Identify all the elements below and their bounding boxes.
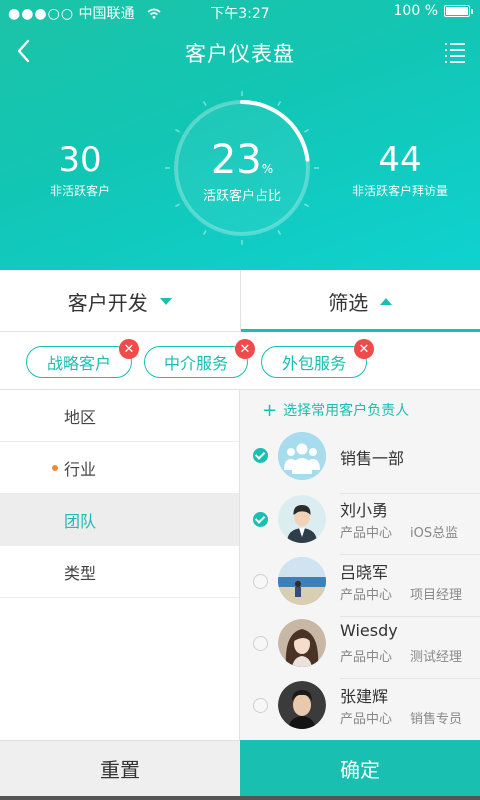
category-label: 类型 (64, 563, 97, 583)
owner-list: + 选择常用客户负责人 销售一部 刘小勇 产品中心 iOS总监 吕晓军 产品中心… (240, 390, 480, 740)
inactive-clients-label: 非活跃客户 (49, 184, 110, 198)
list-item[interactable]: 销售一部 (240, 431, 480, 494)
filter-tabs: 客户开发 筛选 (0, 270, 480, 332)
chip-label: 外包服务 (281, 354, 346, 373)
chip-outsourcing-service[interactable]: 外包服务 ✕ (261, 339, 374, 378)
gauge-tick (202, 229, 207, 236)
gauge-tick (174, 128, 181, 133)
add-owner-link[interactable]: + 选择常用客户负责人 (240, 390, 480, 430)
category-industry[interactable]: 行业 (0, 442, 239, 494)
chip-label: 中介服务 (163, 354, 228, 373)
person-role: 项目经理 (410, 588, 463, 603)
person-role: iOS总监 (410, 526, 459, 541)
active-ratio-value: 23 (210, 137, 262, 183)
list-item[interactable]: 刘小勇 产品中心 iOS总监 (240, 493, 480, 555)
list-item[interactable]: Wiesdy 产品中心 测试经理 (240, 617, 480, 679)
category-type[interactable]: 类型 (0, 546, 239, 598)
remove-icon[interactable]: ✕ (354, 339, 374, 359)
add-owner-label: 选择常用客户负责人 (283, 403, 410, 419)
active-ratio-unit: % (261, 162, 274, 176)
avatar (278, 495, 326, 543)
selected-filter-chips: 战略客户 ✕ 中介服务 ✕ 外包服务 ✕ (0, 332, 480, 390)
person-name: 吕晓军 (340, 563, 389, 582)
inactive-visits-value: 44 (378, 140, 422, 180)
tab-filter[interactable]: 筛选 (239, 270, 480, 332)
active-ratio-label: 活跃客户占比 (202, 189, 281, 204)
marker-dot (52, 464, 58, 471)
list-item[interactable]: 张建辉 产品中心 销售专员 (240, 679, 480, 741)
caret-down-icon (159, 297, 172, 305)
dashboard-header: ●●●○○ 中国联通 下午3:27 100 % 客户仪表盘 30 非活跃客户 2… (0, 0, 480, 270)
chip-label: 战略客户 (46, 354, 111, 373)
category-team[interactable]: 团队 (0, 494, 239, 546)
inactive-clients-value: 30 (58, 140, 102, 180)
status-bar: ●●●○○ 中国联通 下午3:27 100 % (0, 0, 480, 22)
unchecked-icon[interactable] (253, 698, 268, 713)
person-name: 张建辉 (340, 687, 389, 706)
category-label: 团队 (64, 511, 97, 531)
filter-category-list: 地区 行业 团队 类型 (0, 390, 240, 740)
person-role: 测试经理 (410, 650, 463, 665)
list-menu-icon[interactable] (440, 38, 470, 66)
list-item[interactable]: 吕晓军 产品中心 项目经理 (240, 555, 480, 617)
tab-filter-label: 筛选 (328, 290, 369, 315)
inactive-clients-stat: 30 非活跃客户 (30, 140, 130, 199)
battery-level: 100 % (393, 3, 438, 19)
gauge-tick (303, 203, 310, 208)
avatar (278, 619, 326, 667)
avatar (278, 557, 326, 605)
person-name: 销售一部 (340, 449, 405, 468)
checked-icon[interactable] (253, 512, 268, 527)
person-name: Wiesdy (340, 621, 398, 640)
person-dept: 产品中心 (340, 712, 393, 727)
inactive-visits-label: 非活跃客户拜访量 (351, 184, 448, 198)
unchecked-icon[interactable] (253, 636, 268, 651)
page-title: 客户仪表盘 (185, 42, 295, 66)
avatar (278, 681, 326, 729)
category-label: 行业 (64, 459, 97, 479)
chip-agency-service[interactable]: 中介服务 ✕ (144, 339, 255, 378)
category-label: 地区 (64, 407, 97, 427)
person-dept: 产品中心 (340, 526, 393, 541)
gauge-tick (174, 203, 181, 208)
remove-icon[interactable]: ✕ (235, 339, 255, 359)
unchecked-icon[interactable] (253, 574, 268, 589)
divider (0, 796, 480, 800)
confirm-button[interactable]: 确定 (240, 740, 480, 796)
gauge-tick (277, 100, 282, 107)
gauge-tick (303, 128, 310, 133)
caret-up-icon (380, 297, 393, 305)
gauge-tick (202, 100, 207, 107)
nav-bar: 客户仪表盘 (0, 30, 480, 74)
battery-icon (444, 5, 473, 17)
person-dept: 产品中心 (340, 588, 393, 603)
person-dept: 产品中心 (340, 650, 393, 665)
reset-button[interactable]: 重置 (0, 740, 240, 796)
person-name: 刘小勇 (340, 501, 389, 520)
gauge-tick (277, 229, 282, 236)
person-role: 销售专员 (410, 712, 463, 727)
category-region[interactable]: 地区 (0, 390, 239, 442)
inactive-visits-stat: 44 非活跃客户拜访量 (345, 140, 455, 199)
chip-strategic-client[interactable]: 战略客户 ✕ (26, 339, 139, 378)
checked-icon[interactable] (253, 448, 268, 463)
team-avatar (278, 432, 326, 480)
tab-client-development-label: 客户开发 (67, 290, 148, 315)
remove-icon[interactable]: ✕ (119, 339, 139, 359)
tab-client-development[interactable]: 客户开发 (0, 270, 240, 332)
plus-icon: + (262, 399, 278, 421)
